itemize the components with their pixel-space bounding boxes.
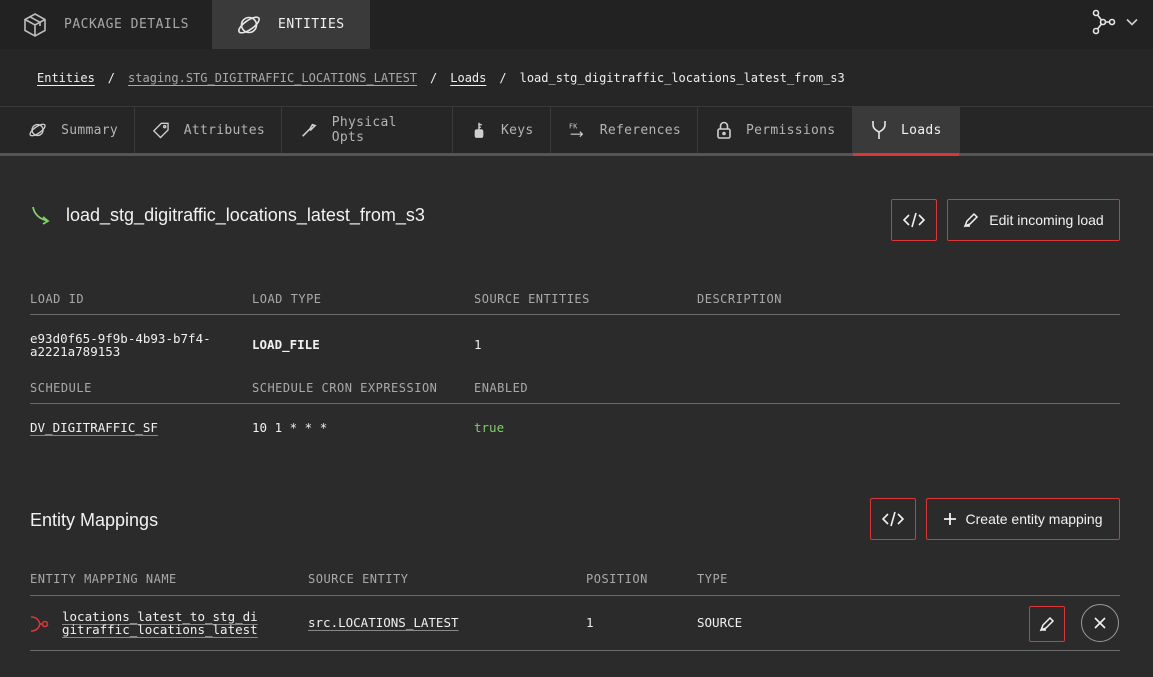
tab-package-details-label: PACKAGE DETAILS (64, 17, 189, 32)
cron-value: 10 1 * * * (252, 420, 328, 435)
tab-permissions-label: Permissions (746, 122, 836, 138)
header-enabled: ENABLED (474, 381, 529, 395)
breadcrumb-entity[interactable]: staging.STG_DIGITRAFFIC_LOCATIONS_LATEST (128, 71, 417, 85)
header-load-id: LOAD ID (30, 292, 85, 306)
plus-icon (943, 513, 956, 525)
tab-entities-label: ENTITIES (278, 17, 345, 32)
header-cron: SCHEDULE CRON EXPRESSION (252, 381, 438, 395)
mappings-view-code-button[interactable] (870, 498, 916, 540)
header-description: DESCRIPTION (697, 292, 782, 306)
entity-mappings-table: ENTITY MAPPING NAME SOURCE ENTITY POSITI… (30, 570, 1120, 652)
table-row: locations_latest_to_stg_di gitraffic_loc… (30, 595, 1120, 651)
schedule-link[interactable]: DV_DIGITRAFFIC_SF (30, 421, 158, 434)
tab-references-label: References (599, 122, 681, 138)
header-source-entity: SOURCE ENTITY (308, 572, 409, 586)
mapping-name[interactable]: locations_latest_to_stg_di gitraffic_loc… (62, 610, 258, 636)
mapping-icon (30, 616, 49, 632)
tab-attributes-label: Attributes (183, 122, 265, 138)
header-schedule: SCHEDULE (30, 381, 92, 395)
load-details: LOAD ID LOAD TYPE SOURCE ENTITIES DESCRI… (30, 292, 1120, 442)
header-position: POSITION (586, 572, 648, 586)
create-entity-mapping-button[interactable]: Create entity mapping (926, 498, 1120, 540)
entity-tabs: Summary Attributes Physical Opts Keys FK… (0, 107, 1153, 156)
tab-references[interactable]: FK References (551, 107, 698, 153)
tab-keys-label: Keys (501, 122, 534, 138)
edit-incoming-load-button[interactable]: Edit incoming load (947, 199, 1120, 241)
tab-permissions[interactable]: Permissions (698, 107, 853, 153)
delete-mapping-button[interactable] (1081, 604, 1119, 642)
chevron-down-icon (1126, 18, 1138, 26)
source-entity-link[interactable]: src.LOCATIONS_LATEST (308, 616, 459, 629)
edit-mapping-button[interactable] (1029, 606, 1065, 642)
view-code-button[interactable] (891, 199, 937, 241)
divider (30, 314, 1120, 315)
tab-entities[interactable]: ENTITIES (212, 0, 370, 49)
type-value: SOURCE (697, 615, 743, 630)
header-load-type: LOAD TYPE (252, 292, 322, 306)
enabled-value: true (474, 420, 505, 435)
lock-icon (717, 121, 731, 139)
tab-package-details[interactable]: PACKAGE DETAILS (22, 0, 189, 49)
breadcrumb: Entities / staging.STG_DIGITRAFFIC_LOCAT… (0, 49, 1153, 107)
header-mapping-name: ENTITY MAPPING NAME (30, 572, 177, 586)
close-icon (1094, 617, 1106, 629)
merge-icon (872, 121, 886, 139)
planet-icon (238, 15, 260, 34)
load-name: load_stg_digitraffic_locations_latest_fr… (66, 204, 425, 225)
header-type: TYPE (697, 572, 728, 586)
svg-text:FK: FK (569, 122, 578, 130)
tag-icon (153, 122, 169, 139)
wrench-icon (302, 123, 317, 137)
pen-icon (963, 212, 979, 228)
edit-incoming-load-label: Edit incoming load (989, 212, 1104, 228)
package-icon (24, 12, 46, 37)
breadcrumb-current: load_stg_digitraffic_locations_latest_fr… (519, 70, 845, 85)
planet-icon (29, 123, 46, 137)
tab-keys[interactable]: Keys (453, 107, 551, 153)
tab-summary[interactable]: Summary (0, 107, 135, 153)
breadcrumb-entities[interactable]: Entities (37, 71, 95, 85)
source-entities-value: 1 (474, 337, 482, 352)
divider (30, 403, 1120, 404)
fk-icon: FK (569, 122, 584, 138)
breadcrumb-separator: / (430, 70, 438, 85)
code-icon (882, 511, 904, 527)
code-icon (903, 212, 925, 228)
tab-loads[interactable]: Loads (853, 107, 960, 156)
breadcrumb-loads[interactable]: Loads (450, 71, 486, 85)
tab-loads-label: Loads (901, 122, 942, 138)
pen-icon (1039, 616, 1055, 632)
user-menu[interactable] (1089, 8, 1139, 36)
top-nav: PACKAGE DETAILS ENTITIES (0, 0, 1153, 49)
load-type-value: LOAD_FILE (252, 337, 320, 352)
header-source-entities: SOURCE ENTITIES (474, 292, 590, 306)
tab-summary-label: Summary (61, 122, 118, 138)
load-title: load_stg_digitraffic_locations_latest_fr… (30, 204, 425, 226)
position-value: 1 (586, 615, 594, 630)
entity-mappings-title: Entity Mappings (30, 510, 159, 530)
create-entity-mapping-label: Create entity mapping (965, 511, 1103, 527)
load-arrow-icon (32, 206, 50, 225)
breadcrumb-separator: / (107, 70, 116, 85)
load-id-value: e93d0f65-9f9b-4b93-b7f4- a2221a789153 (30, 331, 211, 359)
tab-attributes[interactable]: Attributes (135, 107, 282, 153)
key-icon (474, 122, 484, 138)
tab-physical-opts-label: Physical Opts (331, 115, 397, 145)
network-icon (1092, 9, 1116, 35)
breadcrumb-separator: / (499, 70, 507, 85)
tab-physical-opts[interactable]: Physical Opts (282, 107, 453, 153)
